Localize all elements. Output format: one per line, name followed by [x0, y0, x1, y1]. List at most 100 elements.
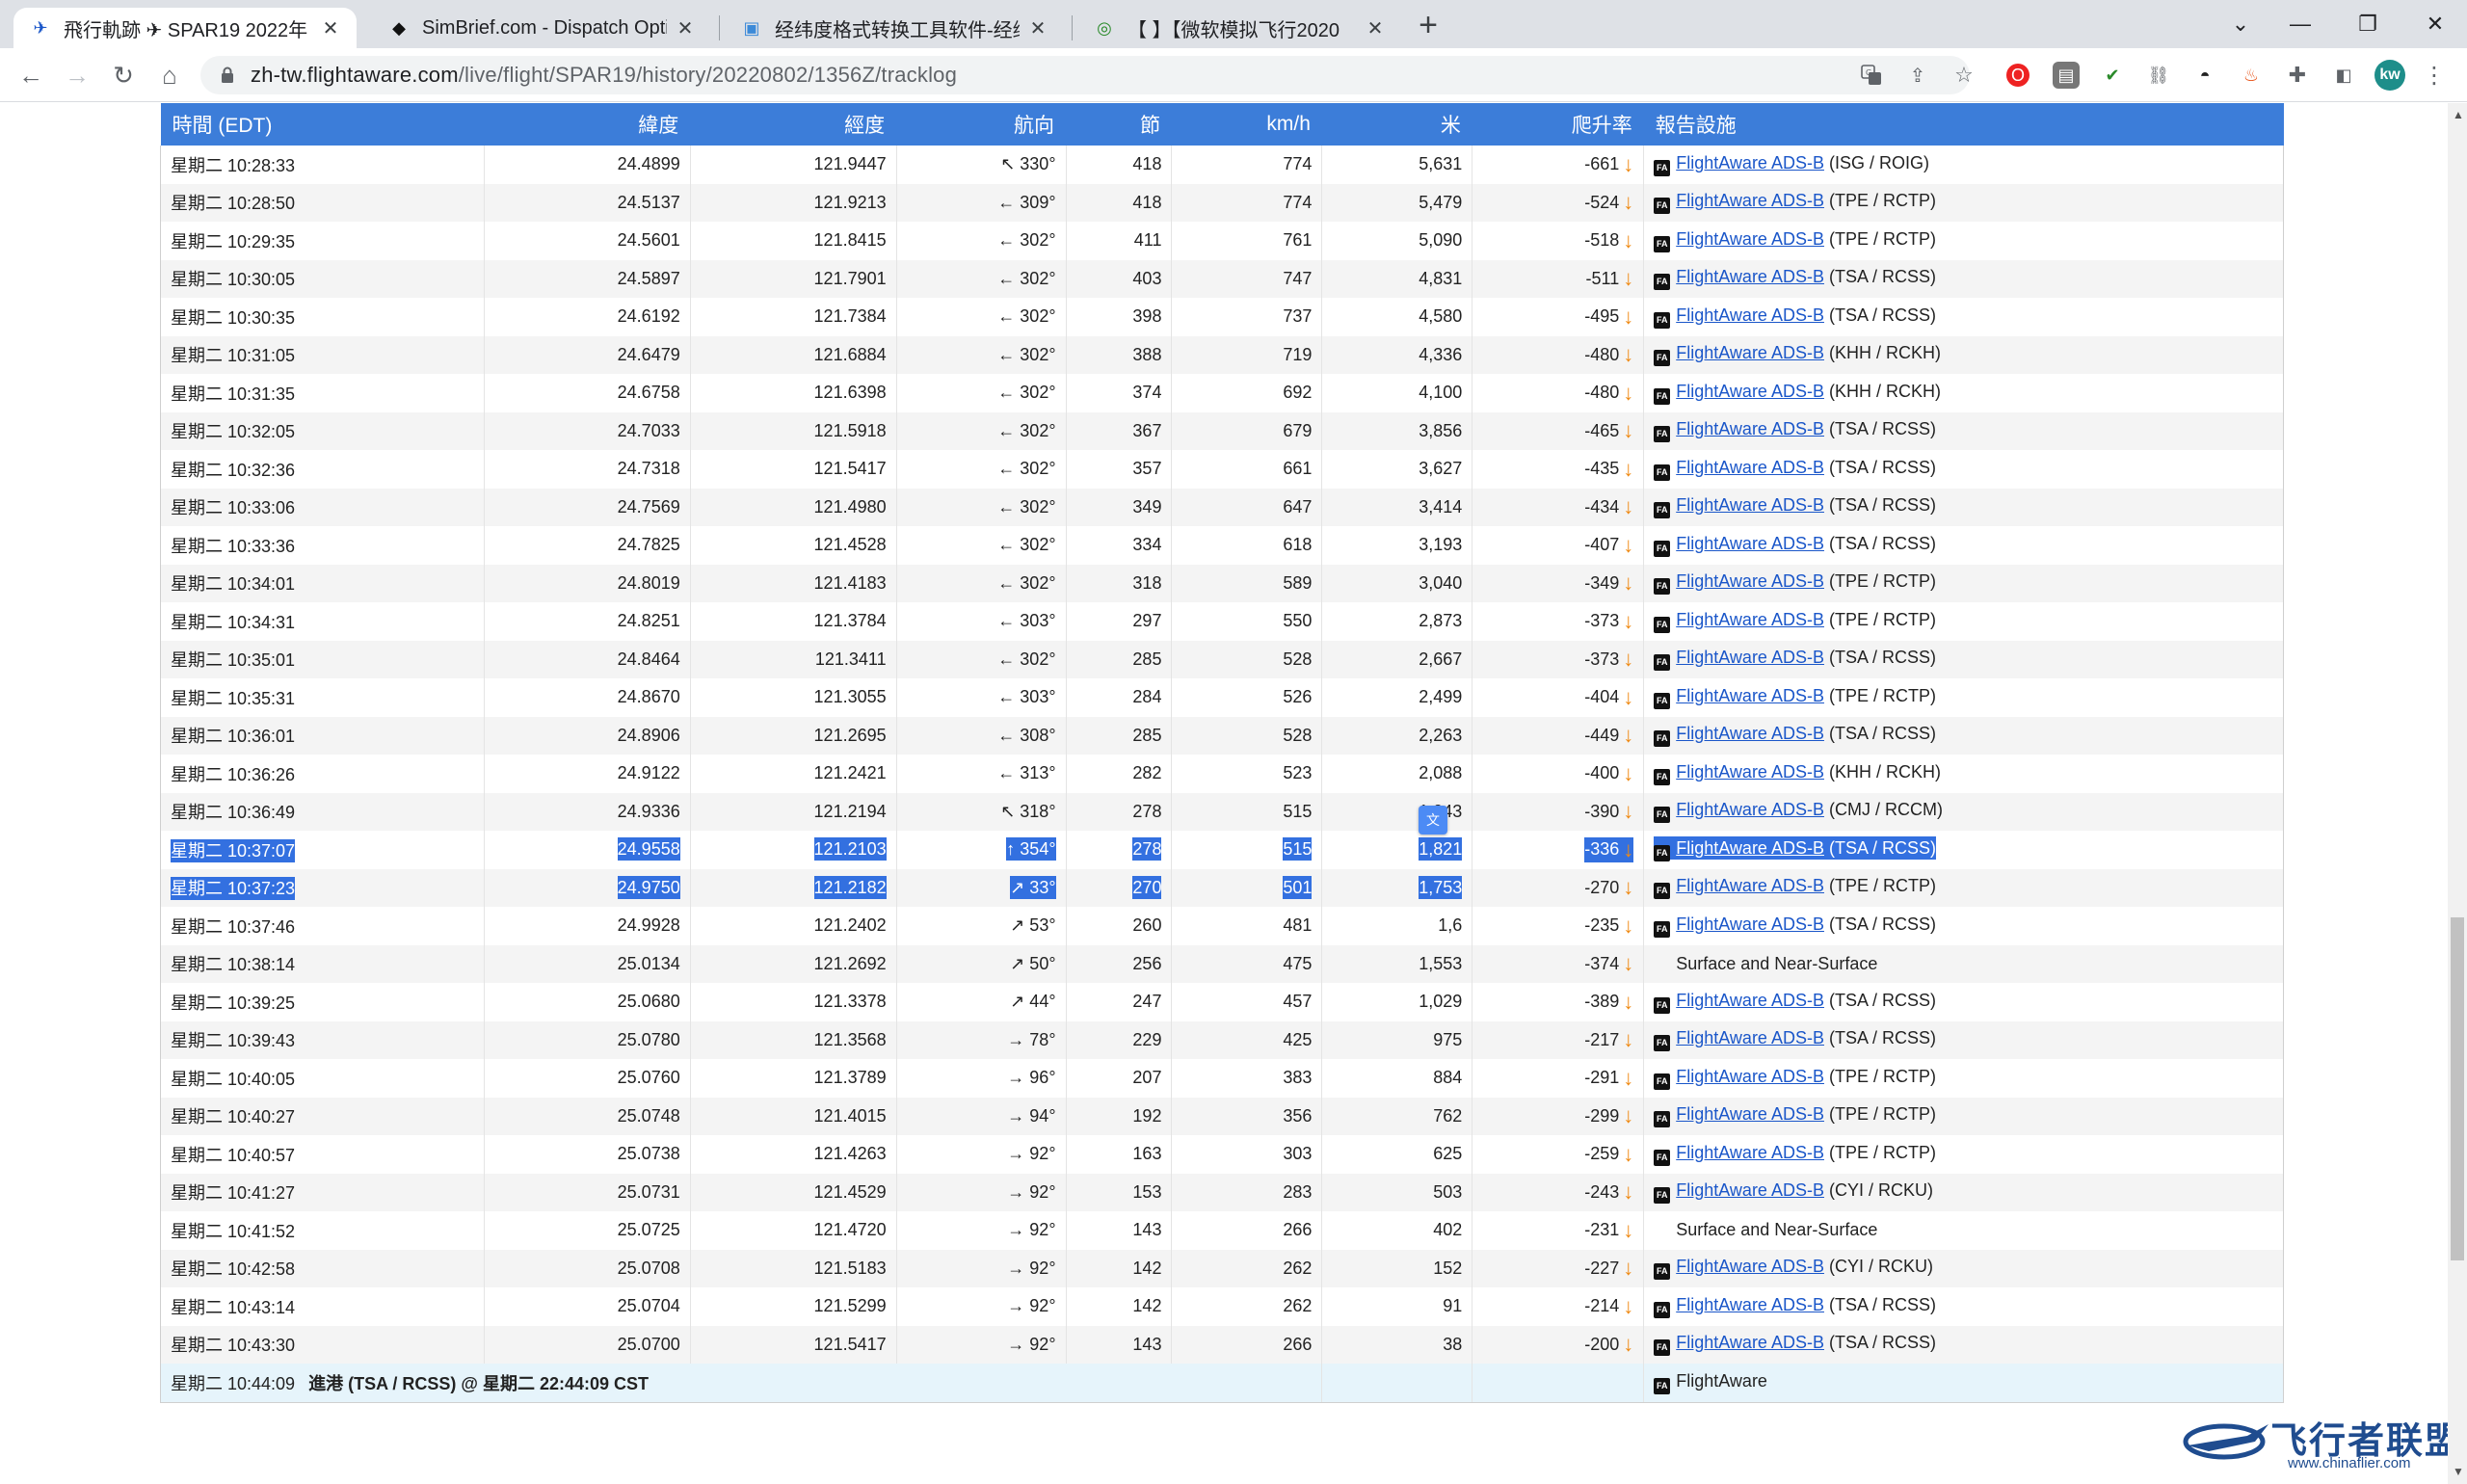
cell-kmh: 528: [1171, 640, 1322, 678]
table-row: 星期二 10:41:52 25.0725 121.4720 → 92° 143 266 40…: [160, 1211, 2284, 1250]
header-heading[interactable]: 航向: [896, 103, 1067, 146]
facility-station: (TSA / RCSS): [1828, 267, 1936, 287]
close-tab-icon[interactable]: ✕: [1365, 17, 1386, 40]
facility-source-link[interactable]: FlightAware ADS-B: [1676, 267, 1824, 286]
climb-rate-value: -373: [1584, 611, 1620, 631]
cell-knots: 278: [1065, 831, 1172, 869]
cell-climb-rate: -349 ↓: [1472, 564, 1644, 602]
lock-icon[interactable]: [218, 66, 237, 85]
header-kmh[interactable]: km/h: [1171, 103, 1322, 146]
facility-source-link[interactable]: FlightAware ADS-B: [1676, 724, 1824, 743]
facility-source-link[interactable]: FlightAware ADS-B: [1676, 534, 1824, 553]
cell-time-text: 星期二 10:37:23: [171, 877, 296, 901]
table-row: 星期二 10:36:49 24.9336 121.2194 ↖ 318° 278 515 1…: [160, 792, 2284, 831]
minimize-button[interactable]: —: [2267, 0, 2334, 48]
header-knots[interactable]: 節: [1066, 103, 1172, 146]
facility-source-link[interactable]: FlightAware ADS-B: [1676, 1104, 1824, 1124]
browser-tab[interactable]: ◆ SimBrief.com - Dispatch Optio ✕: [372, 8, 711, 48]
mask-extension-icon[interactable]: ◓: [2191, 62, 2218, 89]
facility-source-link[interactable]: FlightAware ADS-B: [1676, 838, 1824, 858]
facility-source-link[interactable]: FlightAware ADS-B: [1676, 229, 1824, 249]
facility-source-link[interactable]: FlightAware ADS-B: [1676, 305, 1824, 325]
facility-source-link[interactable]: FlightAware ADS-B: [1676, 495, 1824, 515]
facility-source-link[interactable]: FlightAware ADS-B: [1676, 876, 1824, 895]
side-panel-icon[interactable]: ◧: [2330, 62, 2357, 89]
facility-source-link[interactable]: FlightAware ADS-B: [1676, 419, 1824, 438]
facility-source-link[interactable]: FlightAware ADS-B: [1676, 1180, 1824, 1200]
facility-source-link[interactable]: FlightAware ADS-B: [1676, 991, 1824, 1010]
scroll-down-arrow-icon[interactable]: ▼: [2453, 1465, 2464, 1478]
window-extension-icon[interactable]: ▤: [2053, 62, 2080, 89]
facility-source-link[interactable]: FlightAware ADS-B: [1676, 571, 1824, 591]
flame-extension-icon[interactable]: ♨: [2238, 62, 2265, 89]
facility-source-link[interactable]: FlightAware ADS-B: [1676, 914, 1824, 934]
facility-source-link[interactable]: FlightAware ADS-B: [1676, 153, 1824, 172]
cell-climb-rate: -373 ↓: [1472, 602, 1644, 641]
address-bar[interactable]: zh-tw.flightaware.com/live/flight/SPAR19…: [200, 56, 1974, 94]
browser-tab[interactable]: ▣ 经纬度格式转换工具软件-经纬度 ✕: [725, 8, 1064, 48]
checkmark-extension-icon[interactable]: ✔: [2099, 62, 2126, 89]
facility-source-link[interactable]: FlightAware ADS-B: [1676, 762, 1824, 782]
cell-climb-rate: -404 ↓: [1472, 678, 1644, 717]
scrollbar-thumb[interactable]: [2451, 917, 2464, 1260]
opera-extension-icon[interactable]: O: [2006, 64, 2029, 87]
header-longitude[interactable]: 經度: [690, 103, 897, 146]
header-climb-rate[interactable]: 爬升率: [1472, 103, 1644, 146]
link-extension-icon[interactable]: ⛓: [2145, 62, 2172, 89]
facility-source-link[interactable]: FlightAware ADS-B: [1676, 1067, 1824, 1086]
header-time[interactable]: 時間 (EDT): [160, 103, 485, 146]
facility-source-link[interactable]: FlightAware ADS-B: [1676, 610, 1824, 629]
facility-source-link[interactable]: FlightAware ADS-B: [1676, 1295, 1824, 1314]
cell-heading: → 92°: [895, 1173, 1067, 1211]
bookmark-star-icon[interactable]: ☆: [1950, 62, 1977, 89]
tab-search-chevron-icon[interactable]: ⌄: [2207, 0, 2274, 48]
scroll-up-arrow-icon[interactable]: ▲: [2453, 108, 2464, 121]
cell-time-text: 星期二 10:33:06: [171, 498, 296, 518]
translate-popup-icon[interactable]: 文: [1419, 806, 1447, 835]
facility-source-link[interactable]: FlightAware ADS-B: [1676, 686, 1824, 705]
translate-icon[interactable]: G: [1858, 62, 1885, 89]
cell-longitude: 121.4183: [689, 564, 897, 602]
close-window-button[interactable]: ✕: [2401, 0, 2467, 48]
close-tab-icon[interactable]: ✕: [320, 17, 341, 40]
facility-source-link[interactable]: FlightAware ADS-B: [1676, 648, 1824, 667]
reload-button[interactable]: ↻: [106, 58, 141, 93]
close-tab-icon[interactable]: ✕: [675, 17, 696, 40]
browser-tab[interactable]: ◎ 【 】【微软模拟飞行2020 ✕: [1077, 8, 1401, 48]
facility-source-link[interactable]: FlightAware ADS-B: [1676, 1143, 1824, 1162]
cell-kmh-text: 528: [1283, 725, 1313, 745]
facility-source-link[interactable]: FlightAware ADS-B: [1676, 191, 1824, 210]
facility-source-link[interactable]: FlightAware ADS-B: [1676, 382, 1824, 401]
header-latitude[interactable]: 緯度: [484, 103, 691, 146]
restore-button[interactable]: ❐: [2334, 0, 2401, 48]
facility-source-link[interactable]: FlightAware ADS-B: [1676, 1028, 1824, 1047]
puzzle-extensions-icon[interactable]: ✚: [2284, 62, 2311, 89]
new-tab-button[interactable]: +: [1411, 7, 1446, 43]
table-row: 星期二 10:34:31 24.8251 121.3784 ← 303° 297 550 2…: [160, 602, 2284, 641]
header-facility[interactable]: 報告設施: [1643, 103, 2284, 146]
cell-heading: ← 302°: [895, 298, 1067, 336]
vertical-scrollbar[interactable]: [2448, 103, 2467, 1484]
cell-meters-text: 2,088: [1419, 763, 1463, 783]
table-row: 星期二 10:37:23 24.9750 121.2182 ↗ 33° 270 501 1,…: [160, 868, 2284, 907]
facility-source-link[interactable]: FlightAware ADS-B: [1676, 458, 1824, 477]
back-button[interactable]: ←: [13, 58, 48, 93]
cell-meters: 4,100: [1321, 374, 1472, 412]
browser-menu-icon[interactable]: ⋮: [2421, 62, 2448, 89]
browser-tab[interactable]: ✈ 飛行軌跡 ✈ SPAR19 2022年 08 ✕: [13, 8, 357, 48]
home-button[interactable]: ⌂: [152, 58, 187, 93]
cell-facility: FA FlightAware ADS-B (TPE / RCTP): [1643, 1097, 2284, 1135]
close-tab-icon[interactable]: ✕: [1027, 17, 1048, 40]
share-icon[interactable]: ⇪: [1904, 62, 1931, 89]
cell-longitude: 121.4528: [689, 526, 897, 565]
cell-meters: 1,943: [1321, 792, 1472, 831]
descending-arrow-icon: ↓: [1623, 151, 1634, 176]
header-meters[interactable]: 米: [1321, 103, 1472, 146]
facility-source-link[interactable]: FlightAware ADS-B: [1676, 1333, 1824, 1352]
forward-button[interactable]: →: [60, 58, 94, 93]
cell-heading: ← 302°: [895, 564, 1067, 602]
facility-source-link[interactable]: FlightAware ADS-B: [1676, 800, 1824, 819]
facility-source-link[interactable]: FlightAware ADS-B: [1676, 1257, 1824, 1276]
facility-source-link[interactable]: FlightAware ADS-B: [1676, 343, 1824, 362]
profile-avatar[interactable]: kw: [2374, 60, 2405, 91]
